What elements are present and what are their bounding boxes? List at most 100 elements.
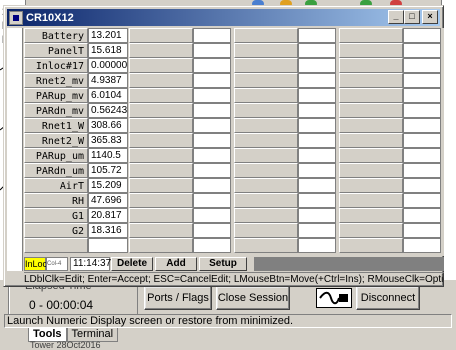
field-value[interactable]: 0.00000 [88,58,128,73]
field-label[interactable]: PanelT [24,43,88,58]
field-label[interactable]: PARdn_mv [24,103,88,118]
field-value[interactable] [193,43,231,58]
field-label[interactable]: PARup_mv [24,88,88,103]
field-label[interactable] [234,118,298,133]
field-value[interactable]: 13.201 [88,28,128,43]
field-value[interactable] [403,148,441,163]
field-label[interactable] [339,28,403,43]
field-value[interactable]: 20.817 [88,208,128,223]
field-value[interactable] [298,148,336,163]
field-label[interactable] [129,148,193,163]
field-label[interactable] [234,58,298,73]
field-value[interactable] [298,238,336,253]
field-value[interactable]: 15.618 [88,43,128,58]
field-value[interactable] [298,28,336,43]
inloc-indicator[interactable]: InLoc#0 [24,257,57,271]
field-value[interactable] [193,238,231,253]
field-label[interactable] [339,163,403,178]
field-label[interactable] [129,58,193,73]
field-value[interactable] [403,208,441,223]
field-value[interactable]: 6.0104 [88,88,128,103]
field-value[interactable] [298,178,336,193]
field-label[interactable] [129,133,193,148]
field-label[interactable] [339,148,403,163]
field-value[interactable] [193,133,231,148]
field-label[interactable] [339,223,403,238]
field-label[interactable] [129,28,193,43]
field-value[interactable] [193,223,231,238]
field-value[interactable] [403,193,441,208]
field-value[interactable] [88,238,128,253]
field-label[interactable] [339,118,403,133]
field-label[interactable] [234,88,298,103]
field-value[interactable]: 308.66 [88,118,128,133]
add-button[interactable]: Add [155,257,197,271]
field-value[interactable] [403,178,441,193]
field-value[interactable] [403,118,441,133]
field-value[interactable] [298,88,336,103]
field-value[interactable] [298,163,336,178]
field-label[interactable]: G2 [24,223,88,238]
field-label[interactable] [339,238,403,253]
field-label[interactable] [234,223,298,238]
field-label[interactable] [234,133,298,148]
field-value[interactable] [193,178,231,193]
setup-button[interactable]: Setup [199,257,247,271]
window-titlebar[interactable]: CR10X12 _ □ × [7,9,440,26]
field-value[interactable]: 18.316 [88,223,128,238]
field-value[interactable] [193,208,231,223]
field-label[interactable]: AirT [24,178,88,193]
field-value[interactable] [193,58,231,73]
field-label[interactable]: Rnet2_mv [24,73,88,88]
field-value[interactable] [298,43,336,58]
field-value[interactable]: 15.209 [88,178,128,193]
field-label[interactable]: Inloc#17 [24,58,88,73]
field-value[interactable] [403,88,441,103]
field-label[interactable]: PARdn_um [24,163,88,178]
field-label[interactable]: G1 [24,208,88,223]
close-session-button[interactable]: Close Session [216,286,290,310]
field-label[interactable] [339,103,403,118]
field-label[interactable] [129,103,193,118]
field-label[interactable] [339,43,403,58]
minimize-button[interactable]: _ [388,10,404,24]
field-label[interactable] [234,163,298,178]
tree-item[interactable]: Tower 28Oct2016 [30,340,101,350]
close-button[interactable]: × [422,10,438,24]
field-value[interactable] [403,238,441,253]
field-label[interactable] [129,178,193,193]
field-value[interactable]: 105.72 [88,163,128,178]
field-label[interactable] [129,73,193,88]
field-label[interactable] [129,208,193,223]
field-value[interactable] [193,28,231,43]
maximize-button[interactable]: □ [404,10,420,24]
field-value[interactable] [193,193,231,208]
field-value[interactable] [403,163,441,178]
field-label[interactable]: Battery [24,28,88,43]
field-label[interactable] [129,88,193,103]
field-value[interactable] [298,223,336,238]
field-value[interactable] [403,133,441,148]
field-value[interactable] [403,43,441,58]
field-value[interactable] [193,73,231,88]
field-value[interactable] [193,118,231,133]
field-label[interactable]: PARup_um [24,148,88,163]
field-label[interactable] [234,148,298,163]
field-label[interactable]: RH [24,193,88,208]
field-label[interactable] [339,178,403,193]
field-value[interactable] [298,133,336,148]
field-value[interactable]: 1140.5 [88,148,128,163]
field-value[interactable]: 4.9387 [88,73,128,88]
field-value[interactable] [193,103,231,118]
field-label[interactable] [129,43,193,58]
field-value[interactable] [193,88,231,103]
field-label[interactable] [339,73,403,88]
field-value[interactable] [403,223,441,238]
field-label[interactable] [339,88,403,103]
field-label[interactable] [234,73,298,88]
delete-button[interactable]: Delete [111,257,153,271]
field-value[interactable] [298,73,336,88]
field-label[interactable] [339,58,403,73]
field-label[interactable] [24,238,88,253]
ports-flags-button[interactable]: Ports / Flags [144,286,212,310]
